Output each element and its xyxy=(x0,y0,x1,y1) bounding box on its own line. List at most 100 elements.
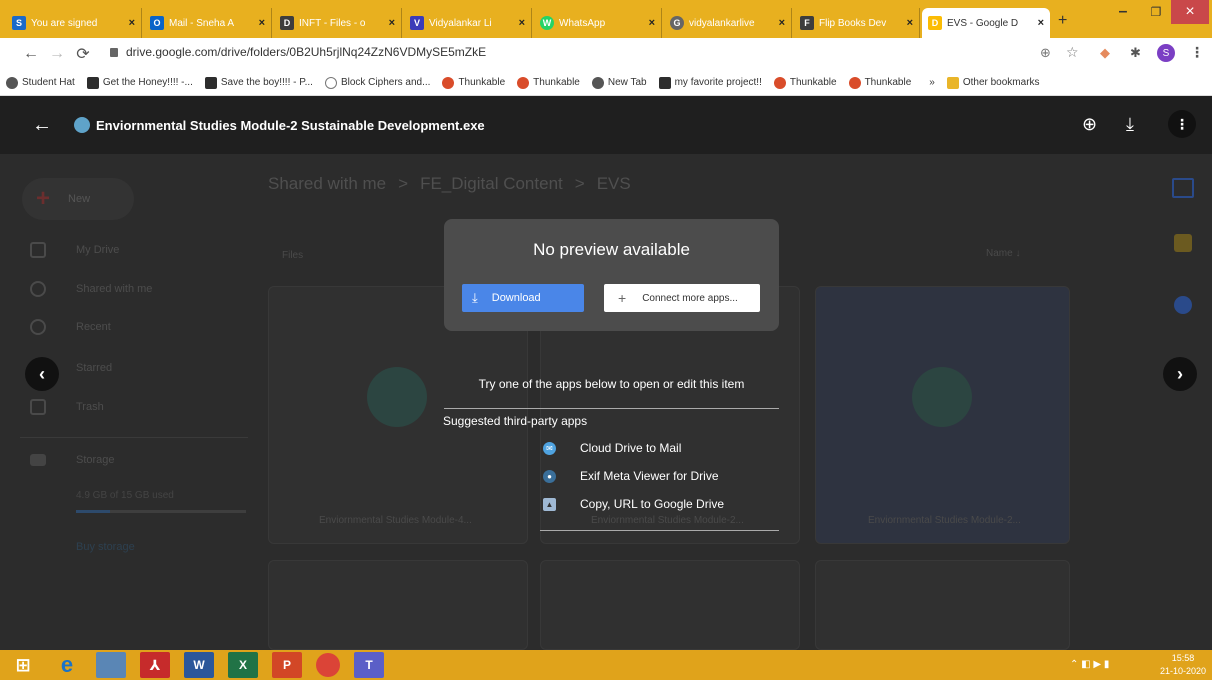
bookmark-item[interactable]: Student Hat xyxy=(6,76,75,89)
close-icon[interactable]: × xyxy=(649,17,655,29)
tab[interactable]: V Vidyalankar Li × xyxy=(404,8,532,38)
bookmarks-bar: Student Hat Get the Honey!!!! -... Save … xyxy=(0,70,1212,96)
puzzle-icon[interactable]: ✱ xyxy=(1130,45,1141,61)
keep-icon[interactable] xyxy=(1174,234,1192,252)
menu-icon[interactable]: ⋮ xyxy=(1190,44,1204,61)
buy-storage-link[interactable]: Buy storage xyxy=(76,541,135,553)
tab[interactable]: S You are signed × xyxy=(6,8,142,38)
tab-active[interactable]: D EVS - Google D × xyxy=(922,8,1050,38)
tab[interactable]: O Mail - Sneha A × xyxy=(144,8,272,38)
new-button[interactable]: + New xyxy=(22,178,134,220)
tray-icons[interactable]: ⌃ ◧ ▶ ▮ xyxy=(1070,659,1109,670)
file-explorer-icon[interactable] xyxy=(96,652,126,678)
bookmark-item[interactable]: Get the Honey!!!! -... xyxy=(86,76,193,89)
globe-icon xyxy=(591,76,604,89)
star-icon[interactable]: ☆ xyxy=(1066,44,1079,61)
sidebar-item-label: Shared with me xyxy=(76,283,153,295)
suggested-app-item[interactable]: ● Exif Meta Viewer for Drive xyxy=(543,469,719,483)
taskbar-clock[interactable]: 15:58 21-10-2020 xyxy=(1160,652,1206,678)
avatar[interactable]: S xyxy=(1157,44,1175,62)
file-card-title: Enviornmental Studies Module-4... xyxy=(319,515,472,526)
close-icon[interactable]: × xyxy=(779,17,785,29)
more-options-icon[interactable]: ⋮ xyxy=(1168,110,1196,138)
internet-explorer-icon[interactable]: e xyxy=(52,652,82,678)
bookmark-item[interactable]: Thunkable xyxy=(442,76,505,89)
zoom-icon[interactable]: ⊕ xyxy=(1040,45,1051,61)
bookmark-item[interactable]: Block Ciphers and... xyxy=(324,76,430,89)
bookmark-label: Thunkable xyxy=(864,77,912,88)
bookmark-item[interactable]: New Tab xyxy=(591,76,647,89)
sidebar-item-recent[interactable]: Recent xyxy=(30,319,111,335)
extension-icon[interactable]: ◆ xyxy=(1100,45,1110,61)
suggested-app-item[interactable]: ▲ Copy, URL to Google Drive xyxy=(543,497,724,511)
breadcrumb-separator: > xyxy=(574,174,585,193)
breadcrumb: Shared with me > FE_Digital Content > EV… xyxy=(268,174,631,194)
file-card[interactable] xyxy=(815,560,1070,650)
bookmark-label: Thunkable xyxy=(789,77,837,88)
bookmark-item[interactable]: Save the boy!!!! - P... xyxy=(204,76,313,89)
bookmark-item[interactable]: Thunkable xyxy=(517,76,580,89)
file-card[interactable] xyxy=(540,560,800,650)
breadcrumb-item[interactable]: Shared with me xyxy=(268,174,386,194)
tab[interactable]: Gvidyalankarlive × xyxy=(664,8,792,38)
close-icon[interactable]: × xyxy=(907,17,913,29)
maximize-icon[interactable]: ❐ xyxy=(1138,0,1174,24)
thunkable-icon xyxy=(848,76,861,89)
previous-file-button[interactable]: ‹ xyxy=(25,357,59,391)
sort-control[interactable]: Name ↓ xyxy=(986,248,1020,259)
close-icon[interactable]: × xyxy=(1038,17,1044,29)
windows-start-icon[interactable]: ⊞ xyxy=(8,652,38,678)
sidebar-item-my-drive[interactable]: My Drive xyxy=(30,242,119,258)
sidebar-item-trash[interactable]: Trash xyxy=(30,399,104,415)
calendar-icon[interactable] xyxy=(1172,178,1194,198)
new-tab-icon[interactable]: + xyxy=(1058,12,1067,30)
powerpoint-icon[interactable]: P xyxy=(272,652,302,678)
bookmark-item[interactable]: Thunkable xyxy=(848,76,912,89)
close-icon[interactable]: × xyxy=(519,17,525,29)
sidebar-item-shared[interactable]: Shared with me xyxy=(30,281,152,297)
word-icon[interactable]: W xyxy=(184,652,214,678)
download-icon[interactable]: ⤓ xyxy=(1126,114,1134,135)
suggested-app-item[interactable]: ✉ Cloud Drive to Mail xyxy=(543,441,681,455)
more-bookmarks-icon[interactable]: » xyxy=(929,77,935,88)
bookmark-folder[interactable]: Other bookmarks xyxy=(946,76,1040,89)
thunkable-icon xyxy=(442,76,455,89)
file-card[interactable]: Enviornmental Studies Module-2... xyxy=(815,286,1070,544)
url-text: drive.google.com/drive/folders/0B2Uh5rjl… xyxy=(126,45,487,59)
add-to-drive-icon[interactable]: ⊕ xyxy=(1082,114,1097,135)
close-icon[interactable]: × xyxy=(259,17,265,29)
bookmark-label: Other bookmarks xyxy=(962,77,1040,88)
tab[interactable]: F Flip Books Dev × xyxy=(794,8,920,38)
address-bar[interactable]: drive.google.com/drive/folders/0B2Uh5rjl… xyxy=(110,45,486,59)
teams-icon[interactable]: T xyxy=(354,652,384,678)
back-icon[interactable]: ← xyxy=(18,45,44,63)
file-card[interactable] xyxy=(268,560,528,650)
close-icon[interactable]: × xyxy=(389,17,395,29)
next-file-button[interactable]: › xyxy=(1163,357,1197,391)
tab[interactable]: D INFT - Files - o × xyxy=(274,8,402,38)
minimize-icon[interactable]: – xyxy=(1105,0,1141,24)
close-window-icon[interactable]: × xyxy=(1171,0,1209,24)
chrome-icon[interactable] xyxy=(316,653,340,677)
acrobat-icon[interactable]: ⅄ xyxy=(140,652,170,678)
tasks-icon[interactable] xyxy=(1174,296,1192,314)
download-button[interactable]: ⤓ Download xyxy=(462,284,584,312)
sidebar-item-storage[interactable]: Storage xyxy=(30,454,115,466)
connect-more-apps-button[interactable]: + Connect more apps... xyxy=(604,284,760,312)
camera-icon: ● xyxy=(543,469,556,483)
clock-time: 15:58 xyxy=(1171,653,1195,663)
breadcrumb-item[interactable]: FE_Digital Content xyxy=(420,174,563,194)
tab-label: Vidyalankar Li xyxy=(429,17,492,29)
files-heading: Files xyxy=(282,250,304,261)
google-drive-icon: D xyxy=(928,16,942,30)
breadcrumb-item[interactable]: EVS xyxy=(597,174,631,194)
excel-icon[interactable]: X xyxy=(228,652,258,678)
forward-icon[interactable]: → xyxy=(44,45,70,63)
bookmark-item[interactable]: Thunkable xyxy=(773,76,837,89)
tab[interactable]: W WhatsApp × xyxy=(534,8,662,38)
close-icon[interactable]: × xyxy=(129,17,135,29)
reload-icon[interactable]: ⟳ xyxy=(70,44,96,64)
bookmark-item[interactable]: my favorite project!! xyxy=(658,76,762,89)
back-arrow-icon[interactable]: ← xyxy=(32,114,52,137)
browser-toolbar: ← → ⟳ drive.google.com/drive/folders/0B2… xyxy=(0,38,1212,70)
